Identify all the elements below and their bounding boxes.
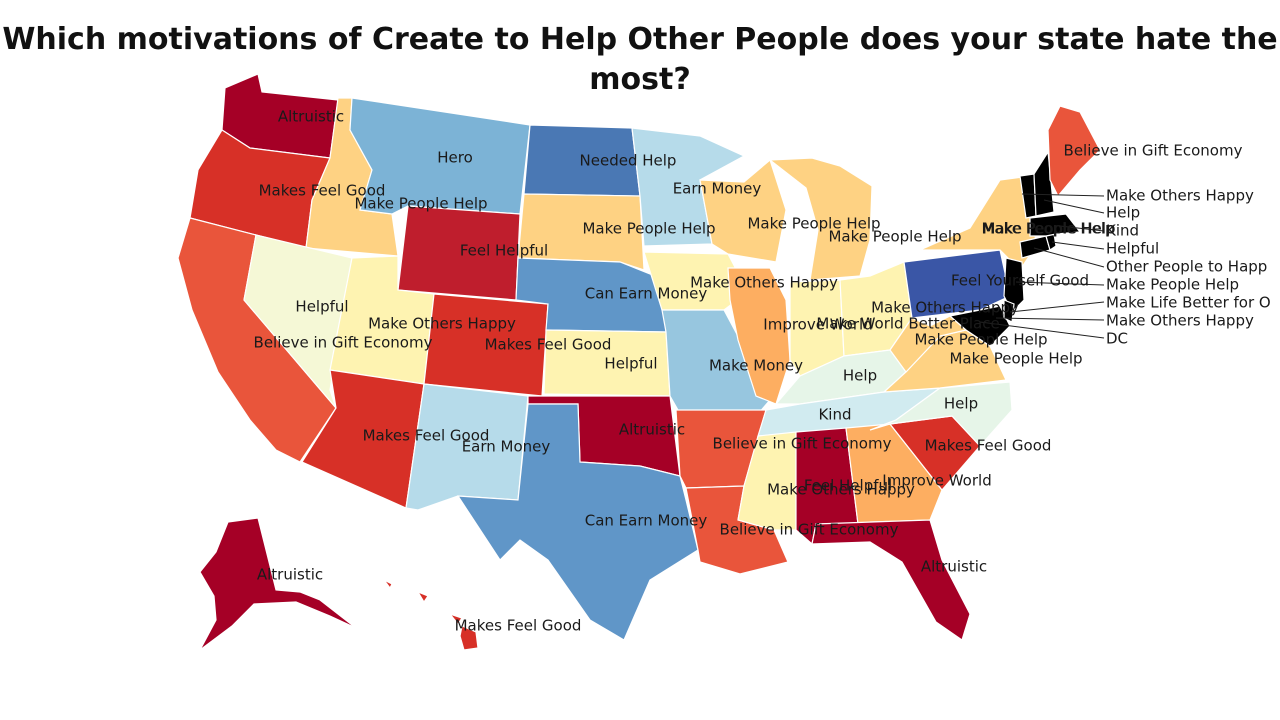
callout-label-ct: Other People to Happ <box>1106 258 1267 276</box>
state-AK[interactable] <box>199 517 357 651</box>
callout-label-nh: Help <box>1106 204 1140 222</box>
state-label-nc: Help <box>944 395 978 413</box>
state-label-tx: Can Earn Money <box>585 512 708 530</box>
state-label-mi: Make People Help <box>828 228 961 246</box>
state-label-me: Believe in Gift Economy <box>1064 142 1243 160</box>
state-label-nd: Needed Help <box>580 152 677 170</box>
callout-label-ri: Helpful <box>1106 240 1159 258</box>
state-label-la: Believe in Gift Economy <box>720 521 899 539</box>
state-label-ks: Helpful <box>604 355 657 373</box>
state-label-sd: Make People Help <box>582 220 715 238</box>
state-label-mn: Earn Money <box>673 180 762 198</box>
state-label-wv: Make People Help <box>949 350 1082 368</box>
state-label-ok: Altruistic <box>619 421 685 439</box>
callout-label-nj: Make People Help <box>1106 276 1239 294</box>
state-label-ca-nv: Believe in Gift Economy <box>254 334 433 352</box>
state-label-pa: Feel Yourself Good <box>951 272 1089 290</box>
state-label-ar: Believe in Gift Economy <box>713 435 892 453</box>
state-label-co: Makes Feel Good <box>485 336 612 354</box>
state-label-ma-in: Make People Help <box>981 220 1114 238</box>
state-label-al: Feel Helpful <box>804 477 892 495</box>
callout-label-vt: Make Others Happy <box>1106 187 1254 205</box>
leader-ct <box>1033 247 1105 268</box>
state-label-mo: Make Money <box>709 357 803 375</box>
state-label-ak: Altruistic <box>257 566 323 584</box>
state-label-ut: Make Others Happy <box>368 315 516 333</box>
state-label-ne: Can Earn Money <box>585 285 708 303</box>
state-label-nv: Helpful <box>295 298 348 316</box>
state-label-fl: Altruistic <box>921 558 987 576</box>
leader-ri <box>1051 241 1105 250</box>
state-label-nm: Earn Money <box>462 438 551 456</box>
state-label-wa: Altruistic <box>278 108 344 126</box>
state-label-ia: Make Others Happy <box>690 274 838 292</box>
us-choropleth-map: Altruistic Makes Feel Good Make People Hel… <box>177 73 1271 651</box>
state-label-va: Make People Help <box>914 331 1047 349</box>
state-label-ky: Help <box>843 367 877 385</box>
state-label-hi: Makes Feel Good <box>455 617 582 635</box>
leader-de <box>1009 301 1105 313</box>
callout-label-de: Make Life Better for O <box>1106 294 1271 312</box>
state-label-mt: Hero <box>437 149 473 167</box>
callout-label-ma: Kind <box>1106 222 1139 240</box>
state-HI[interactable] <box>383 579 479 651</box>
state-label-sc: Makes Feel Good <box>925 437 1052 455</box>
callout-label-md: Make Others Happy <box>1106 312 1254 330</box>
state-WI[interactable] <box>699 158 787 263</box>
state-label-wy: Feel Helpful <box>460 242 548 260</box>
state-label-tn: Kind <box>818 406 851 424</box>
state-label-ga: Improve World <box>882 472 991 490</box>
callout-label-dc: DC <box>1106 330 1128 348</box>
state-label-id: Make People Help <box>354 195 487 213</box>
state-label-oh: Make Others Happy <box>871 299 1019 317</box>
